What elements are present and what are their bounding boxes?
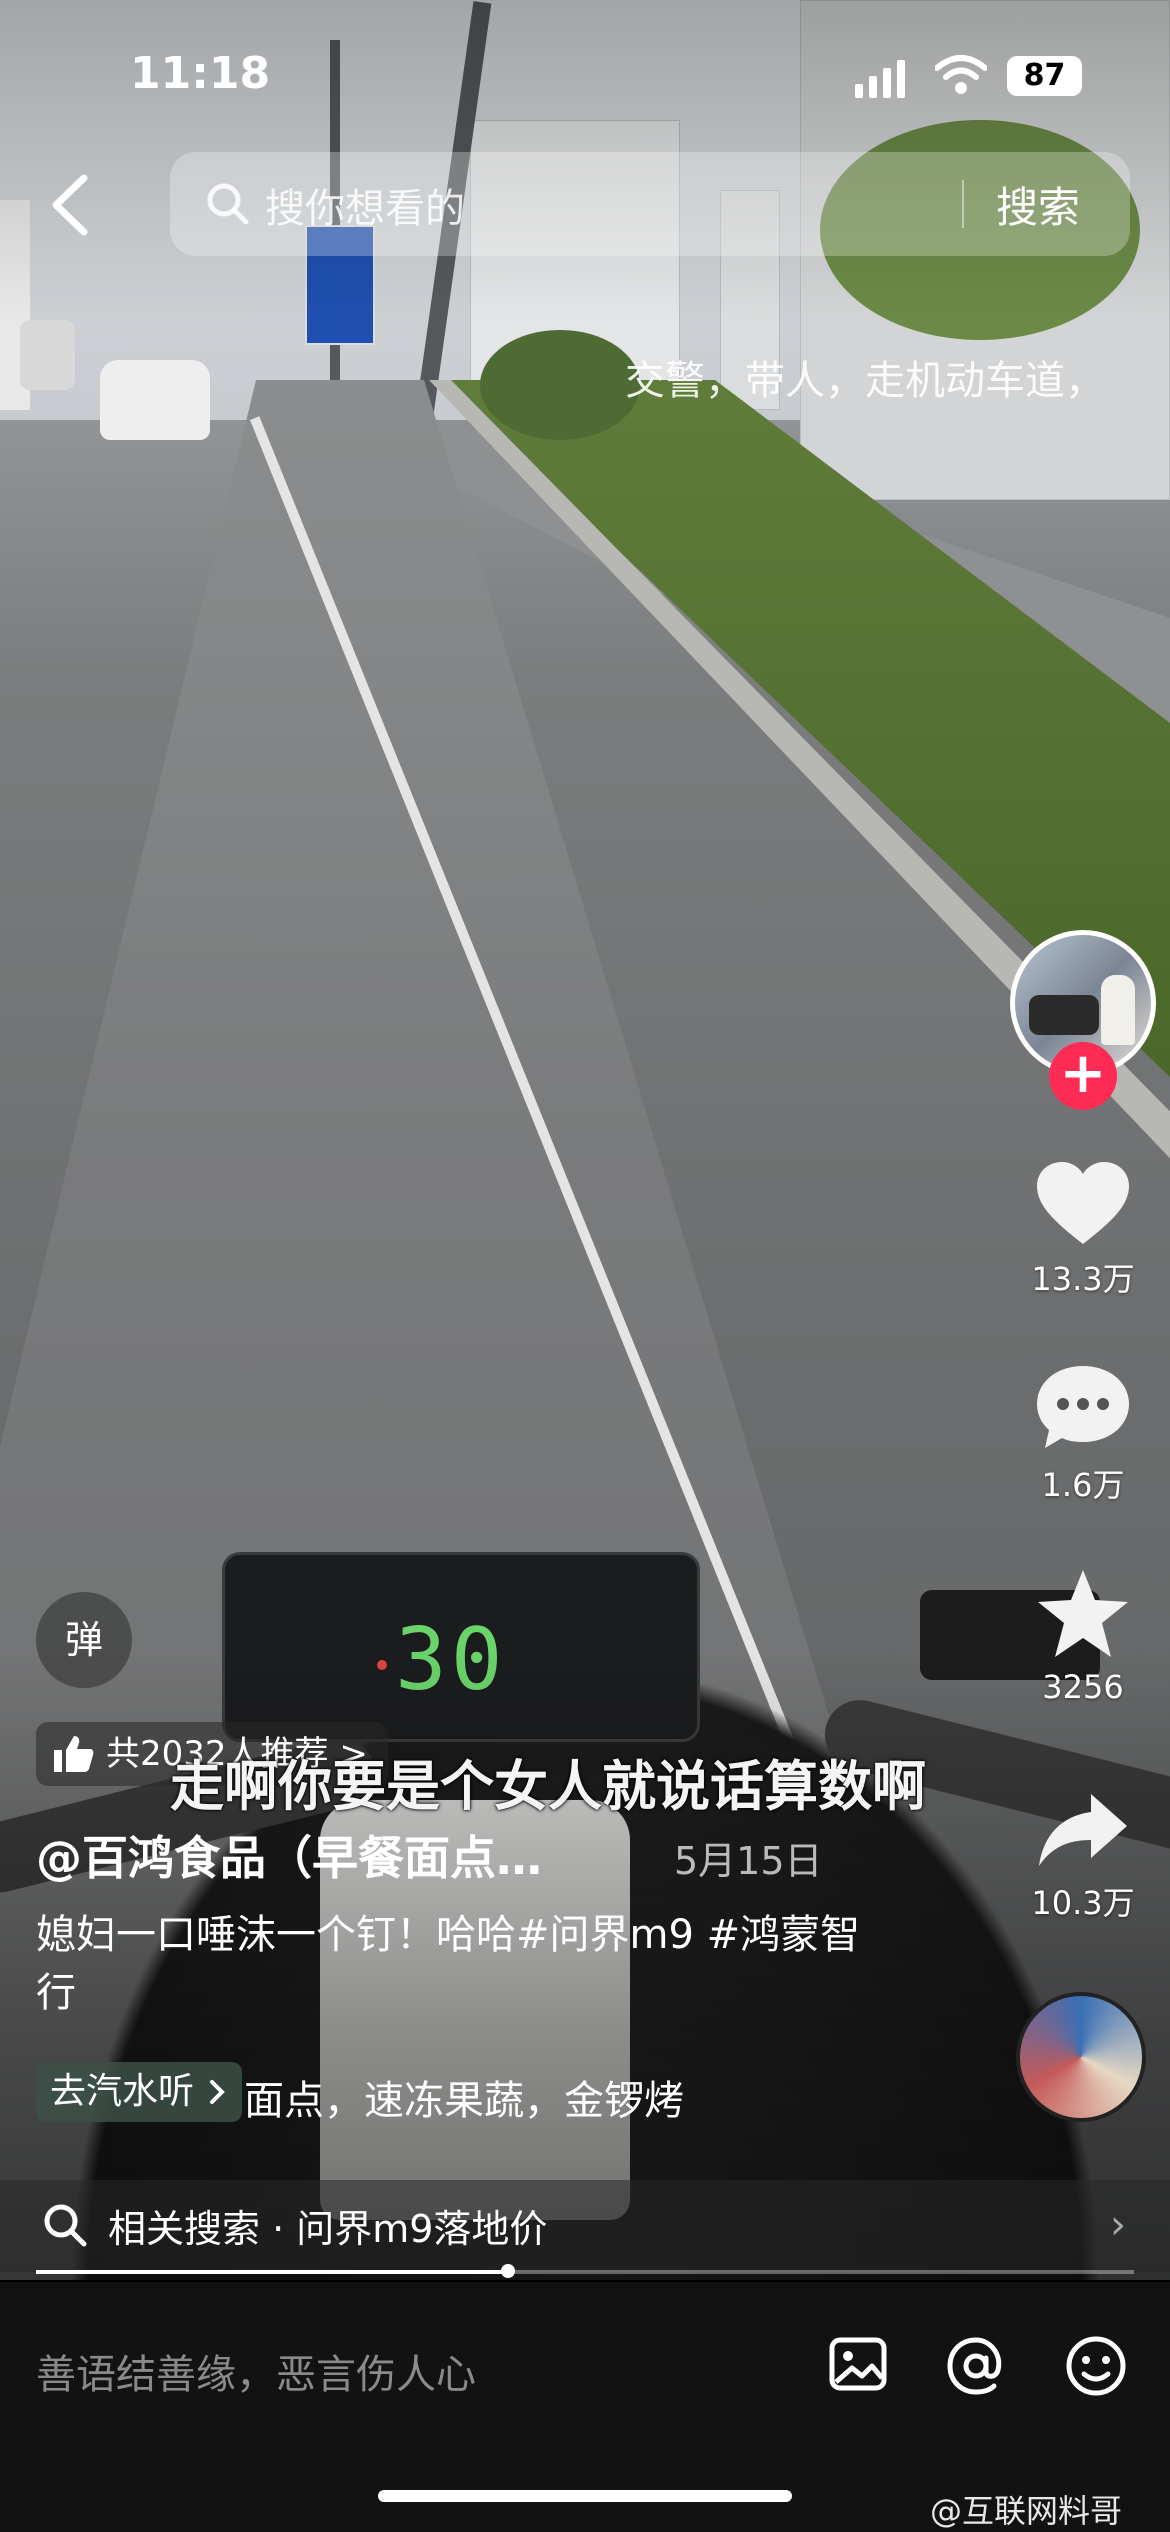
status-time: 11:18: [130, 48, 271, 99]
back-icon[interactable]: [46, 170, 94, 240]
qishui-music-label: 去汽水听: [50, 2071, 195, 2112]
video-description[interactable]: 媳妇一口唾沫一个钉！哈哈#问界m9 #鸿蒙智行: [36, 1906, 896, 2022]
author-name[interactable]: @百鸿食品（早餐面点…: [36, 1822, 542, 1888]
chevron-right-icon: ›: [1110, 2202, 1126, 2248]
danmu-toggle[interactable]: 弹: [36, 1592, 132, 1688]
chevron-right-icon: [210, 2080, 225, 2104]
status-bar: 11:18 87: [0, 40, 1170, 120]
related-search-text: 相关搜索 · 问界m9落地价: [108, 2207, 548, 2251]
like-button[interactable]: 13.3万: [1010, 1160, 1156, 1300]
mention-icon[interactable]: [944, 2334, 1008, 2398]
comment-bubble-icon: [1037, 1366, 1129, 1448]
comment-count: 1.6万: [1041, 1466, 1125, 1504]
video-tree: [480, 330, 640, 440]
share-arrow-icon: [1039, 1794, 1127, 1866]
weibo-watermark: @互联网料哥: [930, 2492, 1123, 2530]
favorite-count: 3256: [1042, 1668, 1124, 1706]
heart-icon: [1037, 1162, 1129, 1244]
search-icon: [44, 2204, 87, 2247]
search-icon: [207, 183, 249, 225]
favorite-button[interactable]: 3256: [1010, 1568, 1156, 1706]
search-input[interactable]: 搜你想看的: [265, 176, 465, 234]
comment-input[interactable]: 善语结善缘，恶言伤人心: [36, 2342, 476, 2400]
emoji-icon[interactable]: [1064, 2334, 1128, 2398]
avatar-person: [1101, 975, 1135, 1045]
thumbs-up-icon: [54, 1736, 94, 1772]
video-subtitle: 走啊你要是个女人就说话算数啊: [170, 1755, 926, 1818]
progress-fill: [36, 2270, 509, 2274]
share-count: 10.3万: [1031, 1884, 1135, 1922]
like-count: 13.3万: [1031, 1260, 1135, 1298]
image-icon[interactable]: [828, 2334, 888, 2394]
star-icon: [1038, 1570, 1128, 1657]
wifi-icon: [935, 55, 987, 94]
follow-button[interactable]: +: [1049, 1042, 1117, 1110]
avatar-car: [1029, 995, 1099, 1035]
battery-level: 87: [1007, 56, 1082, 96]
video-overlay-caption: 交警，带人，走机动车道，: [625, 358, 1105, 404]
comment-button[interactable]: 1.6万: [1010, 1362, 1156, 1506]
related-search-bar[interactable]: 相关搜索 · 问界m9落地价 ›: [0, 2180, 1170, 2272]
post-date: 5月15日: [674, 1839, 823, 1883]
video-car: [100, 360, 210, 440]
playback-progress-bar[interactable]: [36, 2264, 1134, 2278]
search-bar[interactable]: 搜你想看的 搜索: [170, 152, 1130, 256]
home-indicator[interactable]: [378, 2490, 792, 2502]
music-disc[interactable]: [1016, 1992, 1146, 2122]
scrolling-ticker-text: 面点，速冻果蔬，金锣烤: [244, 2078, 684, 2124]
share-button[interactable]: 10.3万: [1010, 1790, 1156, 1924]
qishui-music-button[interactable]: 去汽水听: [36, 2062, 243, 2122]
search-button[interactable]: 搜索: [996, 174, 1080, 235]
cellular-signal-icon: [855, 58, 905, 98]
search-divider: [962, 180, 964, 228]
video-car: [20, 320, 75, 390]
